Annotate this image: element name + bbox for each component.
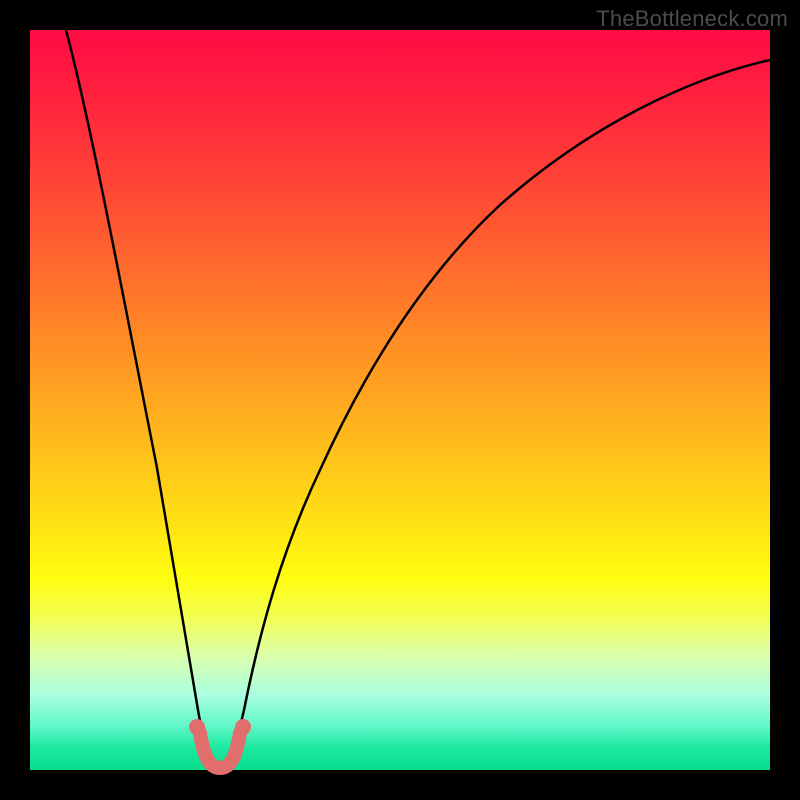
highlight-trough xyxy=(189,719,251,768)
highlight-trough-dot-left xyxy=(189,719,205,735)
chart-svg xyxy=(30,30,770,770)
highlight-trough-path xyxy=(200,733,240,768)
bottleneck-curve xyxy=(66,30,770,768)
chart-plot-area xyxy=(30,30,770,770)
highlight-trough-dot-right xyxy=(235,719,251,735)
watermark-text: TheBottleneck.com xyxy=(596,6,788,32)
